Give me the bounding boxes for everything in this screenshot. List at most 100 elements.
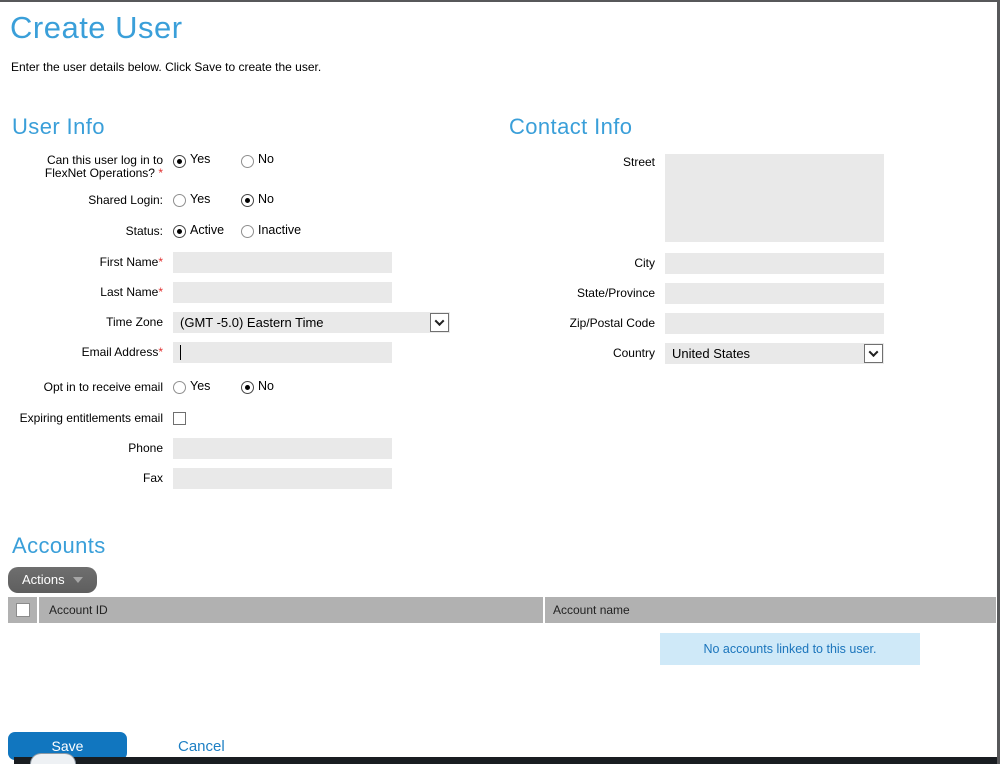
- first-name-row: First Name*: [8, 252, 505, 273]
- time-zone-label: Time Zone: [8, 316, 163, 329]
- bottom-bar: [14, 757, 997, 764]
- phone-row: Phone: [8, 438, 505, 459]
- last-name-label: Last Name*: [8, 286, 163, 299]
- state-input[interactable]: [665, 283, 884, 304]
- accounts-table-header: Account ID Account name: [8, 597, 996, 623]
- country-dropdown-button[interactable]: [864, 344, 883, 363]
- email-input[interactable]: [173, 342, 392, 363]
- accounts-heading: Accounts: [12, 533, 997, 559]
- login-yes-radio[interactable]: [173, 155, 186, 168]
- shared-login-no-label: No: [258, 192, 274, 206]
- account-name-column-header: Account name: [545, 597, 996, 623]
- shared-login-yes-label: Yes: [190, 192, 210, 206]
- street-label: Street: [505, 154, 655, 169]
- opt-in-row: Opt in to receive email Yes No: [8, 377, 505, 398]
- required-asterisk: *: [158, 255, 163, 269]
- phone-input[interactable]: [173, 438, 392, 459]
- chevron-down-icon: [435, 316, 445, 326]
- country-row: Country United States: [505, 343, 997, 364]
- contact-info-section: Contact Info Street City State/Province …: [505, 114, 997, 498]
- login-no-label: No: [258, 152, 274, 166]
- login-yes-option[interactable]: Yes: [173, 154, 241, 168]
- status-active-option[interactable]: Active: [173, 225, 241, 239]
- status-inactive-label: Inactive: [258, 223, 301, 237]
- opt-in-no-label: No: [258, 379, 274, 393]
- opt-in-yes-label: Yes: [190, 379, 210, 393]
- zip-row: Zip/Postal Code: [505, 313, 997, 334]
- login-question-row: Can this user log in to FlexNet Operatio…: [8, 154, 505, 180]
- page-subtitle: Enter the user details below. Click Save…: [11, 60, 997, 74]
- page-title: Create User: [10, 10, 997, 46]
- status-inactive-option[interactable]: Inactive: [241, 225, 309, 239]
- phone-label: Phone: [8, 442, 163, 455]
- country-value: United States: [672, 346, 750, 361]
- opt-in-yes-radio[interactable]: [173, 381, 186, 394]
- email-field-wrapper: [173, 342, 392, 363]
- fax-row: Fax: [8, 468, 505, 489]
- chevron-down-icon: [869, 347, 879, 357]
- text-caret: [180, 345, 181, 360]
- zip-input[interactable]: [665, 313, 884, 334]
- country-select[interactable]: United States: [665, 343, 884, 364]
- opt-in-no-option[interactable]: No: [241, 381, 309, 395]
- first-name-input[interactable]: [173, 252, 392, 273]
- city-input[interactable]: [665, 253, 884, 274]
- required-asterisk: *: [155, 166, 163, 180]
- login-no-option[interactable]: No: [241, 154, 309, 168]
- shared-login-yes-radio[interactable]: [173, 194, 186, 207]
- city-row: City: [505, 253, 997, 274]
- opt-in-label: Opt in to receive email: [8, 381, 163, 394]
- fax-input[interactable]: [173, 468, 392, 489]
- required-asterisk: *: [158, 345, 163, 359]
- login-no-radio[interactable]: [241, 155, 254, 168]
- status-inactive-radio[interactable]: [241, 225, 254, 238]
- zip-label: Zip/Postal Code: [505, 317, 655, 330]
- form-footer: Save Cancel: [8, 732, 997, 760]
- status-active-label: Active: [190, 223, 224, 237]
- time-zone-select[interactable]: (GMT -5.0) Eastern Time: [173, 312, 450, 333]
- shared-login-no-option[interactable]: No: [241, 194, 309, 208]
- time-zone-value: (GMT -5.0) Eastern Time: [180, 315, 324, 330]
- create-user-page: Create User Enter the user details below…: [0, 0, 1000, 764]
- shared-login-no-radio[interactable]: [241, 194, 254, 207]
- actions-button-label: Actions: [22, 572, 65, 587]
- last-name-input[interactable]: [173, 282, 392, 303]
- collapsed-widget-handle[interactable]: [30, 753, 76, 764]
- email-row: Email Address*: [8, 342, 505, 363]
- account-id-column-header: Account ID: [39, 597, 543, 623]
- actions-button[interactable]: Actions: [8, 567, 97, 593]
- shared-login-yes-option[interactable]: Yes: [173, 194, 241, 208]
- opt-in-no-radio[interactable]: [241, 381, 254, 394]
- state-label: State/Province: [505, 287, 655, 300]
- last-name-row: Last Name*: [8, 282, 505, 303]
- dropdown-caret-icon: [73, 577, 83, 583]
- country-label: Country: [505, 347, 655, 360]
- login-question-label: Can this user log in to FlexNet Operatio…: [8, 154, 163, 180]
- fax-label: Fax: [8, 472, 163, 485]
- street-row: Street: [505, 154, 997, 242]
- user-info-heading: User Info: [12, 114, 505, 140]
- user-info-section: User Info Can this user log in to FlexNe…: [8, 114, 505, 498]
- time-zone-dropdown-button[interactable]: [430, 313, 449, 332]
- expiring-email-checkbox[interactable]: [173, 412, 186, 425]
- state-row: State/Province: [505, 283, 997, 304]
- email-label: Email Address*: [8, 346, 163, 359]
- expiring-email-row: Expiring entitlements email: [8, 408, 505, 429]
- select-all-checkbox[interactable]: [16, 603, 30, 617]
- status-active-radio[interactable]: [173, 225, 186, 238]
- login-yes-label: Yes: [190, 152, 210, 166]
- select-all-cell: [8, 597, 37, 623]
- status-row: Status: Active Inactive: [8, 221, 505, 242]
- form-columns: User Info Can this user log in to FlexNe…: [8, 114, 997, 498]
- status-label: Status:: [8, 225, 163, 238]
- opt-in-yes-option[interactable]: Yes: [173, 381, 241, 395]
- no-accounts-message: No accounts linked to this user.: [660, 633, 920, 665]
- first-name-label: First Name*: [8, 256, 163, 269]
- contact-info-heading: Contact Info: [509, 114, 997, 140]
- required-asterisk: *: [158, 285, 163, 299]
- cancel-link[interactable]: Cancel: [178, 738, 225, 755]
- shared-login-row: Shared Login: Yes No: [8, 190, 505, 211]
- expiring-email-label: Expiring entitlements email: [8, 412, 163, 425]
- street-textarea[interactable]: [665, 154, 884, 242]
- city-label: City: [505, 257, 655, 270]
